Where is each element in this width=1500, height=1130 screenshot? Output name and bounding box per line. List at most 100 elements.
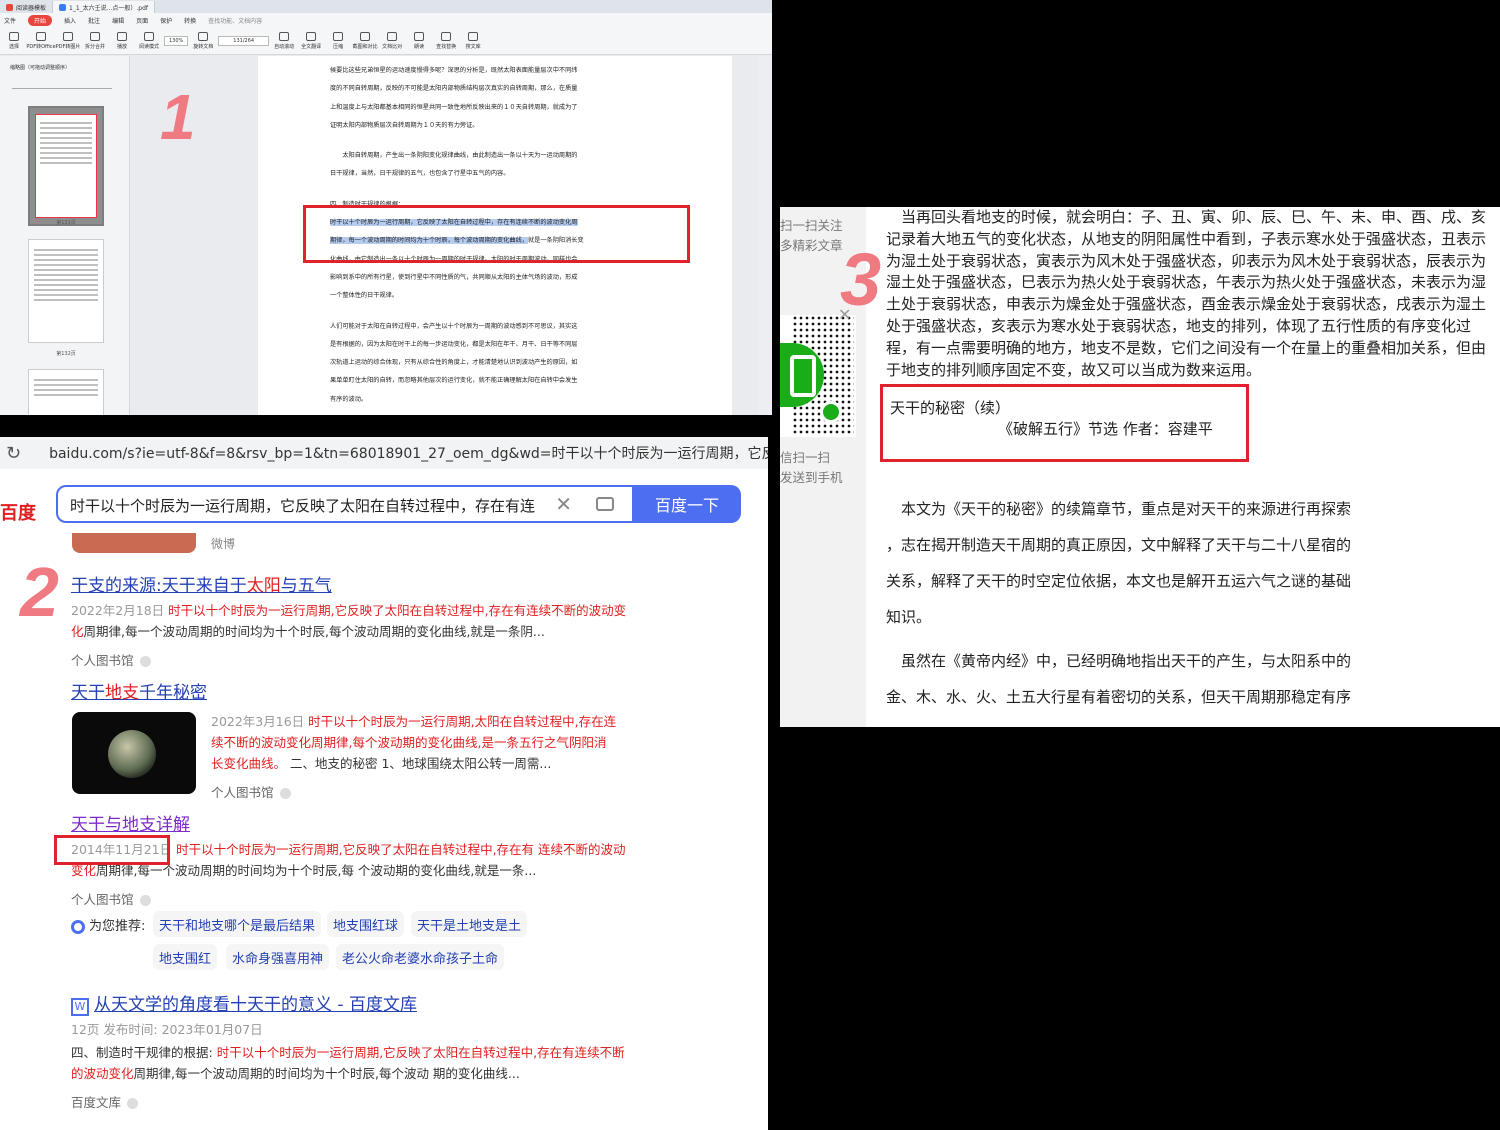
doc-line: 度的不同自转周期，反映的不可能是太阳内部物质结构层次真实的自转周期，那么，在质量	[330, 85, 578, 93]
recommend-chip[interactable]: 水命身强喜用神	[226, 944, 330, 970]
search-icon	[441, 32, 452, 41]
article-page: 扫一扫关注 多精彩文章 ✕ 信扫一扫 发送到手机 当再回头看地支的时候，就会明白…	[780, 207, 1500, 727]
result-snippet: 2022年2月18日 时干以十个时辰为一运行周期,它反映了太阳在自转过程中,存在…	[71, 603, 627, 639]
doc-line: 次轨道上运动的综合体现，只有从综合性的角度上，才能清楚地认识到波动产生的原因，如	[330, 359, 578, 367]
tool-compress[interactable]: 压缩	[326, 32, 350, 50]
doc-line: 人们可能对于太阳在自转过程中，会产生以十个时辰为一周期的波动感到不可思议，其实这	[330, 322, 578, 330]
result-title-link[interactable]: 天干地支千年秘密	[71, 681, 631, 705]
compare-icon	[387, 32, 398, 41]
doc-line: 影响到系中的所有行星，使到行星中不同性质的气，共同顺从太阳的主体气场的波动，形成	[330, 273, 578, 281]
result-source[interactable]: 个人图书馆	[71, 889, 631, 908]
baidu-logo[interactable]: 百度	[0, 499, 36, 525]
tool-pdf-to-image[interactable]: PDF转图片	[56, 32, 80, 50]
menu-file[interactable]: 文件	[4, 16, 16, 25]
result-source[interactable]: 百度文库	[71, 1092, 631, 1111]
menu-page[interactable]: 页面	[136, 16, 148, 25]
more-icon[interactable]	[139, 656, 151, 667]
tool-play[interactable]: 播放	[110, 32, 134, 50]
compress-icon	[333, 32, 344, 41]
tool-read-aloud[interactable]: 朗读	[407, 32, 431, 50]
pdf-icon	[59, 3, 67, 11]
clear-icon[interactable]: ✕	[555, 492, 572, 516]
tool-select[interactable]: 选择	[2, 32, 26, 50]
recommend-chip[interactable]: 老公火命老婆水命孩子土命	[336, 944, 505, 970]
result-title-link[interactable]: 天干与地支详解	[71, 813, 631, 837]
tool-compare[interactable]: 文档比对	[380, 32, 404, 50]
search-result: 天干地支千年秘密	[71, 681, 631, 705]
menu-protect[interactable]: 保护	[160, 16, 172, 25]
address-bar[interactable]: ↻ baidu.com/s?ie=utf-8&f=8&rsv_bp=1&tn=6…	[0, 437, 768, 469]
tool-pdf-to-office[interactable]: PDF转Office	[26, 32, 56, 50]
zoom-select[interactable]: 130%	[164, 36, 189, 46]
menu-insert[interactable]: 插入	[64, 16, 76, 25]
result-snippet: 12页 发布时间: 2023年01月07日	[71, 1022, 263, 1037]
tool-screenshot[interactable]: 截图和对比	[353, 32, 378, 50]
tool-translate[interactable]: 全文翻译	[299, 32, 323, 50]
image-icon	[63, 32, 73, 41]
doc-line: 上和温度上与太阳都基本相同的恒星共同一致性地所反映出来的１０天自转周期，就成为了	[330, 103, 578, 111]
menu-bar: 文件 开始 插入 批注 编辑 页面 保护 转换 查找功能、文档内容	[0, 13, 772, 28]
search-input[interactable]: 时干以十个时辰为一运行周期，它反映了太阳在自转过程中，存在有连 ✕	[56, 485, 634, 523]
thumbnail-page-133[interactable]	[28, 369, 104, 415]
reload-icon[interactable]: ↻	[6, 443, 21, 464]
result-source: 微博	[211, 537, 236, 551]
vertical-scrollbar[interactable]	[758, 56, 772, 415]
tool-find-replace[interactable]: 查找替换	[434, 32, 458, 50]
result-snippet: 四、制造时干规律的根据: 时干以十个时辰为一运行周期,它反映了太阳在自转过程中,…	[71, 1045, 625, 1081]
menu-start[interactable]: 开始	[28, 15, 53, 26]
result-thumbnail[interactable]	[72, 533, 196, 553]
split-icon	[90, 32, 100, 41]
translate-icon	[306, 32, 317, 41]
camera-icon[interactable]	[596, 497, 614, 511]
convert-icon	[36, 32, 46, 41]
article-paragraph: 当再回头看地支的时候，就会明白：子、丑、寅、卯、辰、巳、午、未、申、酉、戌、亥记…	[886, 208, 1487, 379]
menu-convert[interactable]: 转换	[184, 16, 196, 25]
recommend-label: 为您推荐:	[71, 915, 145, 934]
earth-image	[108, 730, 156, 778]
tab-reader-home[interactable]: 阅读器模板	[0, 1, 54, 13]
tool-read-mode[interactable]: 阅读模式	[137, 32, 161, 50]
recommend-chip[interactable]: 地支围红	[153, 944, 218, 970]
menu-annotate[interactable]: 批注	[88, 16, 100, 25]
tab-pdf-document[interactable]: 1_1_太六壬说...点一般）.pdf	[53, 1, 156, 13]
more-icon[interactable]	[127, 1098, 139, 1109]
doc-line: 有序的波动。	[330, 395, 368, 403]
annotation-date-box	[54, 835, 170, 865]
qr-code: ✕	[780, 305, 856, 437]
thumbnail-size-slider[interactable]	[12, 83, 112, 89]
result-source[interactable]: 个人图书馆	[71, 650, 631, 669]
recommend-icon	[71, 919, 85, 934]
result-title-link[interactable]: 干支的来源:天干来自于太阳与五气	[71, 574, 631, 598]
recommend-chip[interactable]: 地支围红球	[327, 911, 405, 937]
doc-line: 太阳自转周期，产生出一条阴阳变化规律曲线，由此制造出一条以十天为一运动周期的	[330, 152, 578, 160]
tool-auto-scroll[interactable]: 自动滚动	[272, 32, 296, 50]
page-number-input[interactable]: 131/264	[218, 36, 270, 46]
result-source[interactable]: 个人图书馆	[211, 782, 617, 801]
speaker-icon	[414, 32, 425, 41]
wenku-icon: W	[71, 998, 89, 1016]
menu-search[interactable]: 查找功能、文档内容	[208, 16, 262, 25]
more-icon[interactable]	[139, 895, 151, 906]
tool-wenku[interactable]: 搜文库	[461, 32, 485, 50]
cursor-icon	[9, 32, 19, 41]
search-result: 干支的来源:天干来自于太阳与五气 2022年2月18日 时干以十个时辰为一运行周…	[71, 574, 631, 669]
rotate-icon	[198, 32, 209, 41]
book-icon	[144, 32, 154, 41]
annotation-title-box	[880, 384, 1249, 462]
result-title-link[interactable]: W 从天文学的角度看十天干的意义 - 百度文库	[71, 993, 631, 1017]
thumbnail-sidebar: 缩略图（可拖动调整顺序） 第131页 第132页	[0, 56, 130, 415]
menu-edit[interactable]: 编辑	[112, 16, 124, 25]
search-row: 百度 时干以十个时辰为一运行周期，它反映了太阳在自转过程中，存在有连 ✕ 百度一…	[0, 485, 768, 525]
thumbnail-page-132[interactable]	[28, 239, 104, 343]
sidebar-title: 缩略图（可拖动调整顺序）	[10, 65, 71, 71]
search-button[interactable]: 百度一下	[633, 485, 741, 523]
share-text: 扫一扫关注	[780, 218, 843, 233]
result-thumbnail[interactable]	[72, 712, 196, 794]
tool-rotate[interactable]: 旋转文档	[191, 32, 215, 50]
more-icon[interactable]	[279, 788, 291, 799]
tool-split-merge[interactable]: 拆分合并	[83, 32, 107, 50]
recommend-chip[interactable]: 天干是土地支是土	[411, 911, 528, 937]
recommend-chip[interactable]: 天干和地支哪个是最后结果	[153, 911, 322, 937]
tab-bar: 阅读器模板 1_1_太六壬说...点一般）.pdf	[0, 0, 772, 13]
thumbnail-page-131[interactable]	[28, 106, 104, 226]
